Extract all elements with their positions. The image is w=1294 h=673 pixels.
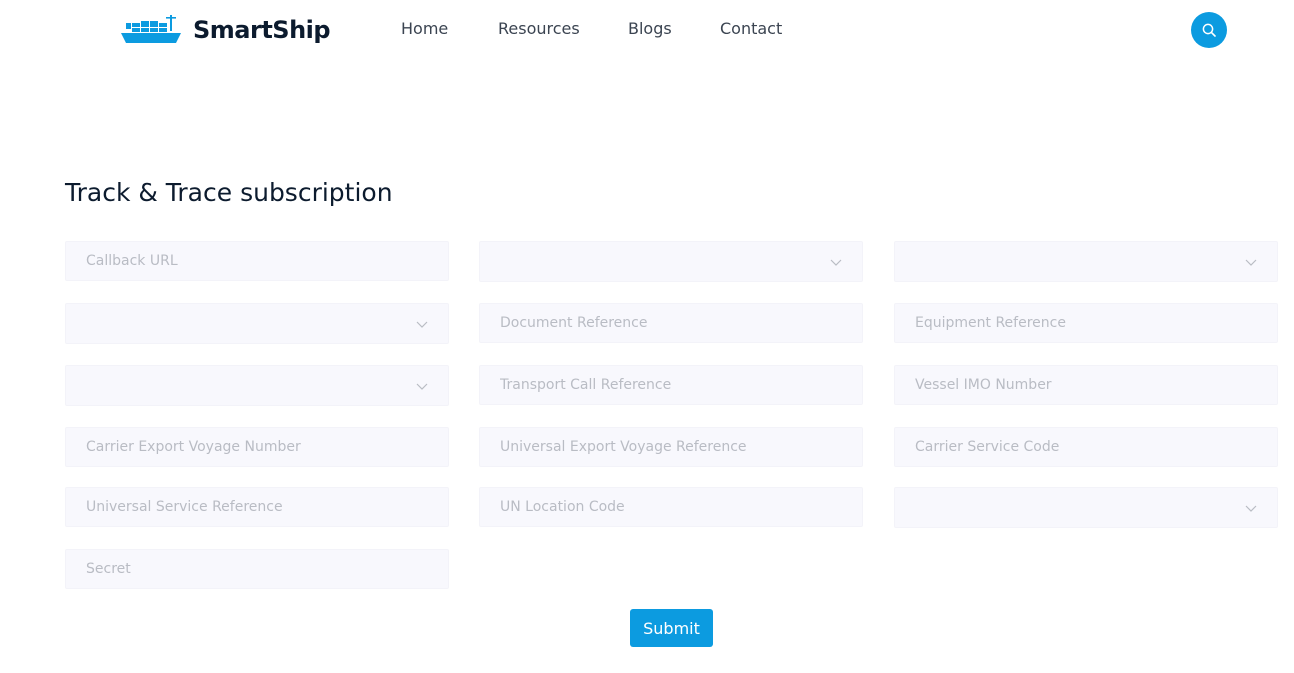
carrier-export-voyage-number-field	[65, 427, 449, 467]
un-location-code-input[interactable]	[480, 488, 862, 526]
site-header: SmartShip Home Resources Blogs Contact	[0, 0, 1294, 60]
chevron-down-icon	[416, 383, 428, 390]
vessel-imo-number-input[interactable]	[895, 366, 1277, 404]
select-field-5[interactable]	[894, 487, 1278, 528]
nav-home[interactable]: Home	[401, 19, 448, 38]
chevron-down-icon	[416, 321, 428, 328]
nav-resources[interactable]: Resources	[498, 19, 580, 38]
universal-export-voyage-reference-field	[479, 427, 863, 467]
chevron-down-icon	[830, 259, 842, 266]
search-icon	[1202, 23, 1216, 37]
transport-call-reference-input[interactable]	[480, 366, 862, 404]
universal-service-reference-input[interactable]	[66, 488, 448, 526]
select-field-3[interactable]	[65, 303, 449, 344]
universal-export-voyage-reference-input[interactable]	[480, 428, 862, 466]
brand-logo[interactable]: SmartShip	[120, 13, 331, 47]
select-field-4[interactable]	[65, 365, 449, 406]
page-title: Track & Trace subscription	[65, 178, 393, 207]
chevron-down-icon	[1245, 505, 1257, 512]
brand-name: SmartShip	[193, 16, 331, 44]
select-field-1[interactable]	[479, 241, 863, 282]
nav-contact[interactable]: Contact	[720, 19, 782, 38]
document-reference-input[interactable]	[480, 304, 862, 342]
secret-input[interactable]	[66, 550, 448, 588]
document-reference-field	[479, 303, 863, 343]
secret-field	[65, 549, 449, 589]
carrier-service-code-input[interactable]	[895, 428, 1277, 466]
search-button[interactable]	[1191, 12, 1227, 48]
carrier-export-voyage-number-input[interactable]	[66, 428, 448, 466]
un-location-code-field	[479, 487, 863, 527]
callback-url-input[interactable]	[66, 242, 448, 280]
carrier-service-code-field	[894, 427, 1278, 467]
select-field-2[interactable]	[894, 241, 1278, 282]
vessel-imo-number-field	[894, 365, 1278, 405]
callback-url-field	[65, 241, 449, 281]
equipment-reference-input[interactable]	[895, 304, 1277, 342]
equipment-reference-field	[894, 303, 1278, 343]
container-ship-icon	[121, 15, 181, 43]
nav-blogs[interactable]: Blogs	[628, 19, 672, 38]
universal-service-reference-field	[65, 487, 449, 527]
transport-call-reference-field	[479, 365, 863, 405]
chevron-down-icon	[1245, 259, 1257, 266]
submit-button[interactable]: Submit	[630, 609, 713, 647]
